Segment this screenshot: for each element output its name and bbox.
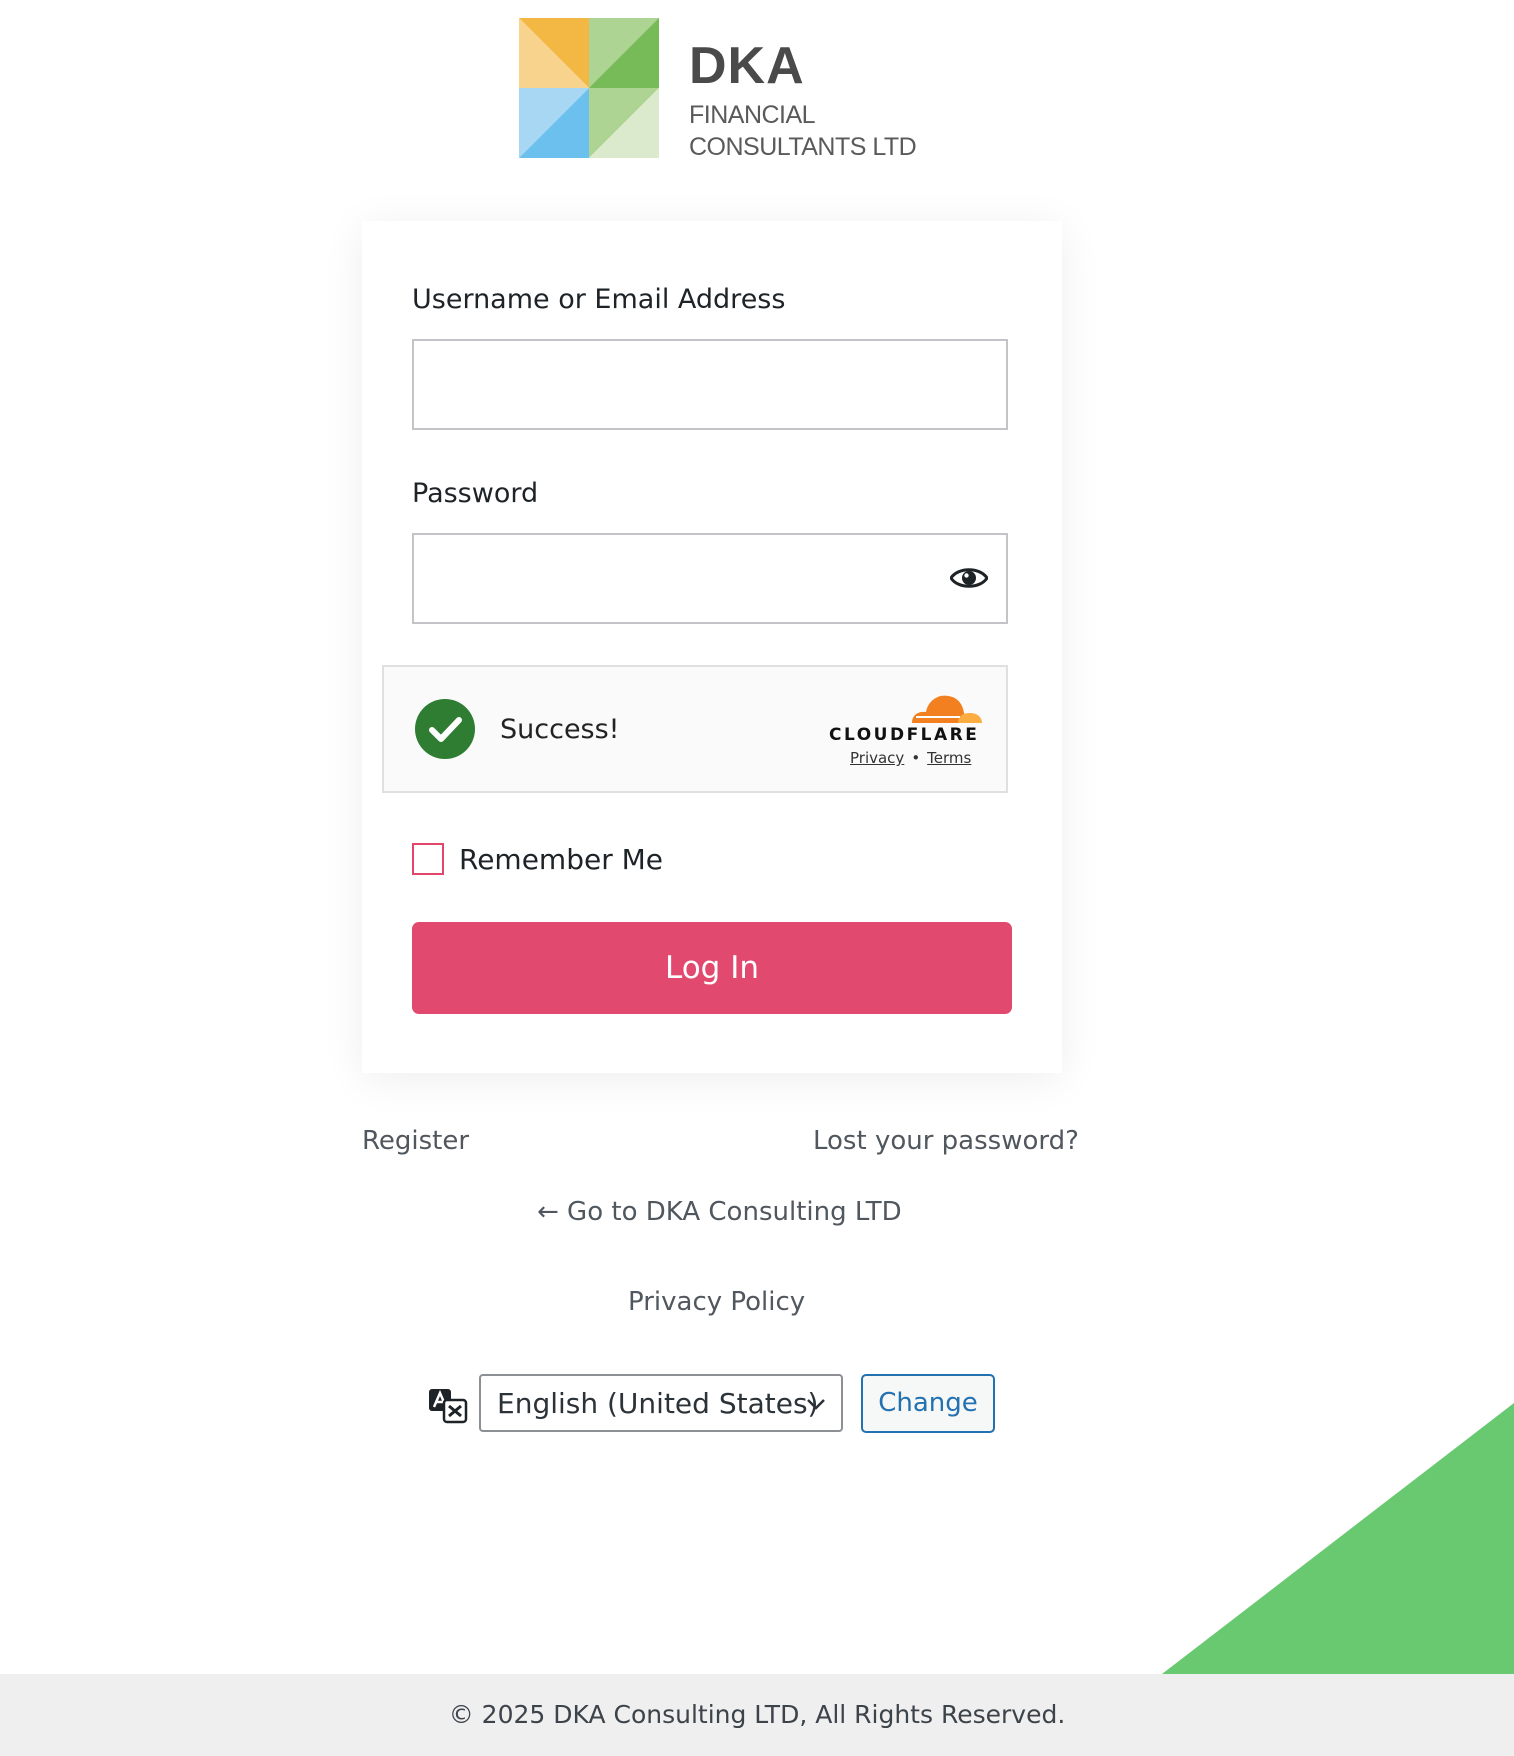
username-label: Username or Email Address xyxy=(412,284,786,315)
login-button[interactable]: Log In xyxy=(412,922,1012,1014)
password-input[interactable] xyxy=(414,535,1006,622)
back-to-site-link[interactable]: ← Go to DKA Consulting LTD xyxy=(537,1199,902,1225)
eye-icon[interactable] xyxy=(950,563,988,593)
username-input[interactable] xyxy=(414,341,1006,428)
captcha-links: Privacy • Terms xyxy=(850,751,971,766)
remember-me-label[interactable]: Remember Me xyxy=(459,846,663,874)
register-link[interactable]: Register xyxy=(362,1128,469,1154)
cloudflare-wordmark: CLOUDFLARE xyxy=(829,725,980,745)
site-logo[interactable]: DKA FINANCIAL CONSULTANTS LTD xyxy=(519,18,919,161)
logo-subtitle-line-1: FINANCIAL xyxy=(689,101,816,129)
cloudflare-cloud-icon xyxy=(912,695,982,723)
captcha-status: Success! xyxy=(500,714,620,745)
language-select[interactable]: English (United States) xyxy=(479,1374,843,1432)
copyright-text: © 2025 DKA Consulting LTD, All Rights Re… xyxy=(448,1700,1066,1729)
translate-icon xyxy=(429,1389,468,1424)
remember-me-checkbox[interactable] xyxy=(412,843,444,875)
password-field-box xyxy=(412,533,1008,624)
password-label: Password xyxy=(412,478,539,509)
logo-mark-icon xyxy=(519,18,659,158)
username-field-box xyxy=(412,339,1008,430)
chevron-down-icon xyxy=(807,1399,825,1410)
logo-title: DKA xyxy=(689,37,805,95)
captcha-terms-link[interactable]: Terms xyxy=(927,749,971,767)
link-separator: • xyxy=(911,749,921,767)
page-footer: © 2025 DKA Consulting LTD, All Rights Re… xyxy=(0,1674,1514,1756)
change-language-button[interactable]: Change xyxy=(861,1374,995,1433)
success-check-icon xyxy=(415,699,475,759)
privacy-policy-link[interactable]: Privacy Policy xyxy=(628,1289,805,1315)
login-form: Username or Email Address Password Succe… xyxy=(362,221,1062,1073)
logo-subtitle-line-2: CONSULTANTS LTD xyxy=(689,133,917,161)
language-selected-value: English (United States) xyxy=(497,1387,819,1420)
captcha-privacy-link[interactable]: Privacy xyxy=(850,749,904,767)
captcha-widget: Success! CLOUDFLARE Privacy • Terms xyxy=(382,665,1008,793)
lost-password-link[interactable]: Lost your password? xyxy=(813,1128,1079,1154)
